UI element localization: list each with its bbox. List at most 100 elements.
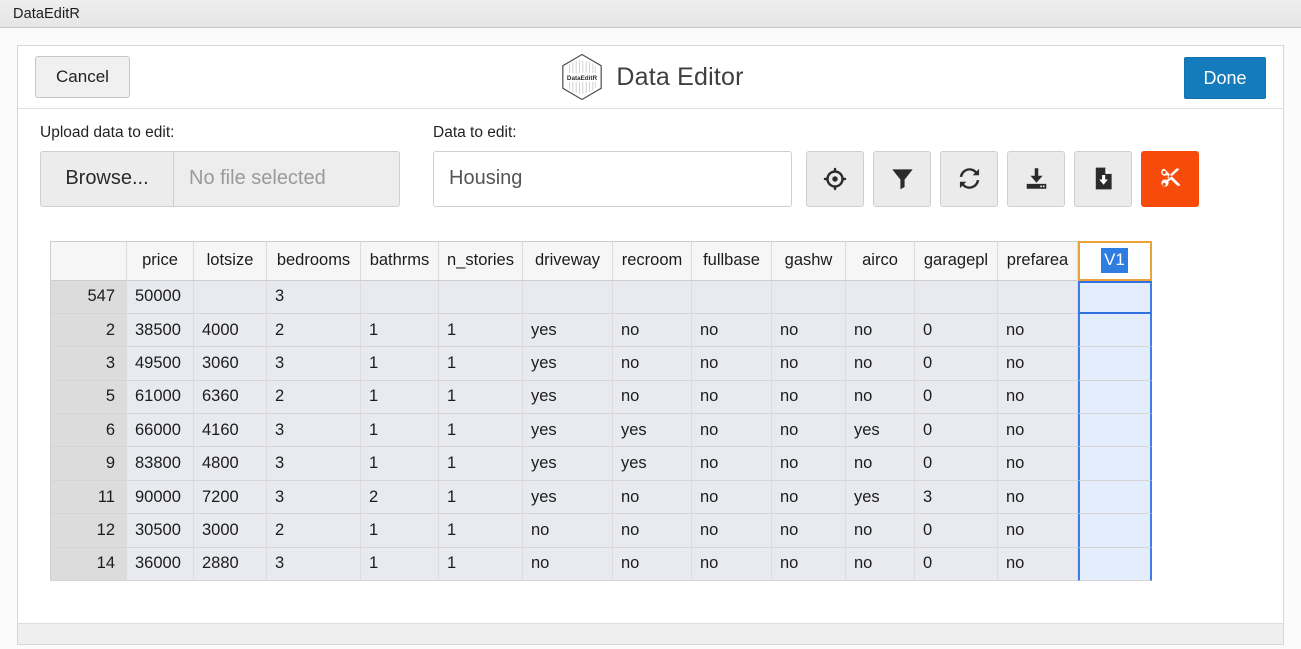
cell-gashw[interactable]: no — [772, 414, 846, 448]
cell-airco[interactable]: no — [846, 347, 915, 381]
cell-airco[interactable]: no — [846, 313, 915, 348]
table-row[interactable]: 5 61000 6360 2 1 1 yes no no no no 0 no — [50, 380, 1152, 415]
cell-bedrooms[interactable]: 2 — [267, 514, 361, 548]
cell-prefarea[interactable]: no — [998, 347, 1078, 381]
cell-price[interactable]: 61000 — [127, 380, 194, 415]
cell-driveway[interactable]: no — [523, 514, 613, 548]
cell-driveway[interactable]: yes — [523, 414, 613, 448]
cell-lotsize[interactable] — [194, 280, 267, 314]
cell-gashw[interactable] — [772, 280, 846, 314]
cell-bathrms[interactable]: 1 — [361, 447, 439, 481]
cell-n_stories[interactable]: 1 — [439, 480, 523, 515]
column-header-fullbase[interactable]: fullbase — [692, 240, 772, 281]
cell-garagepl[interactable]: 0 — [915, 414, 998, 448]
cell-prefarea[interactable]: no — [998, 547, 1078, 582]
cell-recroom[interactable]: yes — [613, 447, 692, 481]
table-row[interactable]: 547 50000 3 — [50, 280, 1152, 314]
column-header-recroom[interactable]: recroom — [613, 240, 692, 281]
table-row[interactable]: 12 30500 3000 2 1 1 no no no no no 0 no — [50, 514, 1152, 548]
cell-bathrms[interactable]: 1 — [361, 514, 439, 548]
cell-gashw[interactable]: no — [772, 514, 846, 548]
cell-gashw[interactable]: no — [772, 313, 846, 348]
cell-recroom[interactable]: no — [613, 480, 692, 515]
cell-n_stories[interactable]: 1 — [439, 514, 523, 548]
cell-bedrooms[interactable]: 3 — [267, 547, 361, 582]
cell-selected-column[interactable] — [1078, 280, 1152, 314]
column-header-gashw[interactable]: gashw — [772, 240, 846, 281]
cell-garagepl[interactable]: 0 — [915, 447, 998, 481]
column-header-bathrms[interactable]: bathrms — [361, 240, 439, 281]
column-header-airco[interactable]: airco — [846, 240, 915, 281]
cell-garagepl[interactable]: 0 — [915, 514, 998, 548]
cell-price[interactable]: 36000 — [127, 547, 194, 582]
cell-airco[interactable]: no — [846, 447, 915, 481]
cell-prefarea[interactable]: no — [998, 313, 1078, 348]
cell-recroom[interactable]: no — [613, 547, 692, 582]
cell-driveway[interactable] — [523, 280, 613, 314]
cell-gashw[interactable]: no — [772, 447, 846, 481]
cell-gashw[interactable]: no — [772, 480, 846, 515]
cell-lotsize[interactable]: 7200 — [194, 480, 267, 515]
cell-prefarea[interactable]: no — [998, 380, 1078, 415]
cell-selected-column[interactable] — [1078, 347, 1152, 381]
done-button[interactable]: Done — [1184, 57, 1266, 99]
cell-airco[interactable]: no — [846, 547, 915, 582]
cell-recroom[interactable]: yes — [613, 414, 692, 448]
cell-driveway[interactable]: yes — [523, 380, 613, 415]
cell-driveway[interactable]: yes — [523, 480, 613, 515]
column-header-garagepl[interactable]: garagepl — [915, 240, 998, 281]
column-header-lotsize[interactable]: lotsize — [194, 240, 267, 281]
cell-fullbase[interactable]: no — [692, 313, 772, 348]
data-table-scroll[interactable]: price lotsize bedrooms bathrms n_stories driv… — [50, 240, 1180, 588]
cell-bedrooms[interactable]: 3 — [267, 347, 361, 381]
cell-selected-column[interactable] — [1078, 447, 1152, 481]
column-header-n_stories[interactable]: n_stories — [439, 240, 523, 281]
column-header-bedrooms[interactable]: bedrooms — [267, 240, 361, 281]
column-header-prefarea[interactable]: prefarea — [998, 240, 1078, 281]
cell-bedrooms[interactable]: 2 — [267, 313, 361, 348]
cell-recroom[interactable]: no — [613, 347, 692, 381]
file-download-icon-button[interactable] — [1074, 150, 1132, 207]
cell-driveway[interactable]: no — [523, 547, 613, 582]
cell-fullbase[interactable] — [692, 280, 772, 314]
cell-bathrms[interactable]: 1 — [361, 380, 439, 415]
cell-bathrms[interactable]: 1 — [361, 547, 439, 582]
cell-fullbase[interactable]: no — [692, 547, 772, 582]
cell-fullbase[interactable]: no — [692, 514, 772, 548]
cell-fullbase[interactable]: no — [692, 380, 772, 415]
cell-gashw[interactable]: no — [772, 347, 846, 381]
file-upload-input[interactable]: Browse... No file selected — [40, 150, 400, 207]
cell-bathrms[interactable]: 1 — [361, 347, 439, 381]
cell-prefarea[interactable]: no — [998, 480, 1078, 515]
cell-recroom[interactable]: no — [613, 380, 692, 415]
sync-icon-button[interactable] — [940, 150, 998, 207]
cell-bedrooms[interactable]: 3 — [267, 414, 361, 448]
cell-prefarea[interactable]: no — [998, 414, 1078, 448]
cell-lotsize[interactable]: 4160 — [194, 414, 267, 448]
cell-garagepl[interactable]: 0 — [915, 547, 998, 582]
cell-airco[interactable] — [846, 280, 915, 314]
cell-airco[interactable]: yes — [846, 480, 915, 515]
column-header-editing[interactable]: V1 — [1078, 240, 1152, 281]
cell-garagepl[interactable]: 3 — [915, 480, 998, 515]
table-row[interactable]: 11 90000 7200 3 2 1 yes no no no yes 3 no — [50, 480, 1152, 515]
cell-price[interactable]: 66000 — [127, 414, 194, 448]
cell-n_stories[interactable]: 1 — [439, 414, 523, 448]
cell-airco[interactable]: no — [846, 380, 915, 415]
column-header-driveway[interactable]: driveway — [523, 240, 613, 281]
scissors-icon-button[interactable] — [1141, 150, 1199, 207]
cell-bathrms[interactable] — [361, 280, 439, 314]
cell-prefarea[interactable]: no — [998, 447, 1078, 481]
cell-selected-column[interactable] — [1078, 414, 1152, 448]
cell-recroom[interactable]: no — [613, 514, 692, 548]
cell-airco[interactable]: yes — [846, 414, 915, 448]
cell-price[interactable]: 49500 — [127, 347, 194, 381]
cell-bedrooms[interactable]: 2 — [267, 380, 361, 415]
cell-price[interactable]: 90000 — [127, 480, 194, 515]
table-row[interactable]: 6 66000 4160 3 1 1 yes yes no no yes 0 no — [50, 414, 1152, 448]
cell-price[interactable]: 50000 — [127, 280, 194, 314]
cell-bedrooms[interactable]: 3 — [267, 280, 361, 314]
cell-airco[interactable]: no — [846, 514, 915, 548]
table-row[interactable]: 9 83800 4800 3 1 1 yes yes no no no 0 no — [50, 447, 1152, 481]
cell-n_stories[interactable]: 1 — [439, 347, 523, 381]
